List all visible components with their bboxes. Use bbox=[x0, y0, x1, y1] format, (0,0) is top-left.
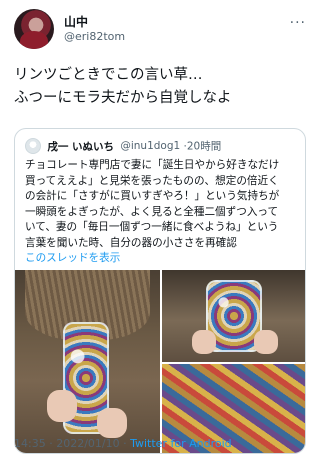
tweet-line: リンツごときでこの言い草… bbox=[14, 67, 203, 83]
hand bbox=[97, 408, 127, 438]
quoted-tweet-line: いて、妻の「毎日一個ずつ一緒に食べようね」という bbox=[25, 221, 279, 234]
photo-chocolate-jar-closeup[interactable] bbox=[162, 270, 305, 362]
tweet-header: 山中 @eri82tom ··· bbox=[14, 9, 306, 49]
hand bbox=[47, 390, 77, 422]
photo-grid bbox=[15, 270, 305, 453]
quoted-tweet-time: ·20時間 bbox=[183, 140, 222, 153]
quoted-tweet-line: の会計に「さすがに買いすぎやろ！」という気持ちが bbox=[25, 190, 280, 203]
quoted-tweet-line: チョコレート専門店で妻に「誕生日やから好きなだけ bbox=[25, 159, 280, 171]
tweet-source-link[interactable]: Twitter for Android bbox=[130, 437, 232, 450]
quoted-user-display-name: 戌一 いぬいち bbox=[47, 140, 114, 153]
quoted-tweet[interactable]: 戌一 いぬいち @inu1dog1 ·20時間 チョコレート専門店で妻に「誕生日… bbox=[14, 128, 306, 454]
quoted-tweet-line: 買ってええよ」と見栄を張ったものの、想定の倍近く bbox=[25, 174, 279, 187]
tweet-meta: 14:35 · 2022/01/10 · Twitter for Android bbox=[14, 437, 232, 450]
tweet-text: リンツごときでこの言い草… ふつーにモラ夫だから自覚しなよ bbox=[14, 64, 306, 110]
quoted-user-handle: @inu1dog1 bbox=[120, 140, 181, 152]
tweet-line: ふつーにモラ夫だから自覚しなよ bbox=[14, 90, 232, 106]
tweet-date: 2022/01/10 bbox=[56, 437, 120, 450]
photo-chocolate-jar-held[interactable] bbox=[15, 270, 160, 453]
quoted-tweet-header: 戌一 いぬいち @inu1dog1 ·20時間 bbox=[25, 138, 297, 154]
separator: · bbox=[119, 437, 131, 450]
user-avatar[interactable] bbox=[14, 9, 54, 49]
quoted-tweet-text: チョコレート専門店で妻に「誕生日やから好きなだけ 買ってええよ」と見栄を張ったも… bbox=[25, 158, 301, 252]
user-display-name[interactable]: 山中 bbox=[64, 13, 88, 30]
separator: · bbox=[45, 437, 57, 450]
tweet-time: 14:35 bbox=[14, 437, 46, 450]
hand bbox=[254, 330, 278, 354]
quoted-user-avatar bbox=[25, 138, 41, 154]
quoted-tweet-line: 一瞬頭をよぎったが、よく見ると全種二個ずつ入って bbox=[25, 205, 279, 218]
show-thread-link[interactable]: このスレッドを表示 bbox=[25, 250, 120, 265]
hand bbox=[192, 330, 216, 354]
user-handle[interactable]: @eri82tom bbox=[64, 30, 125, 43]
more-options-icon[interactable]: ··· bbox=[290, 15, 306, 31]
